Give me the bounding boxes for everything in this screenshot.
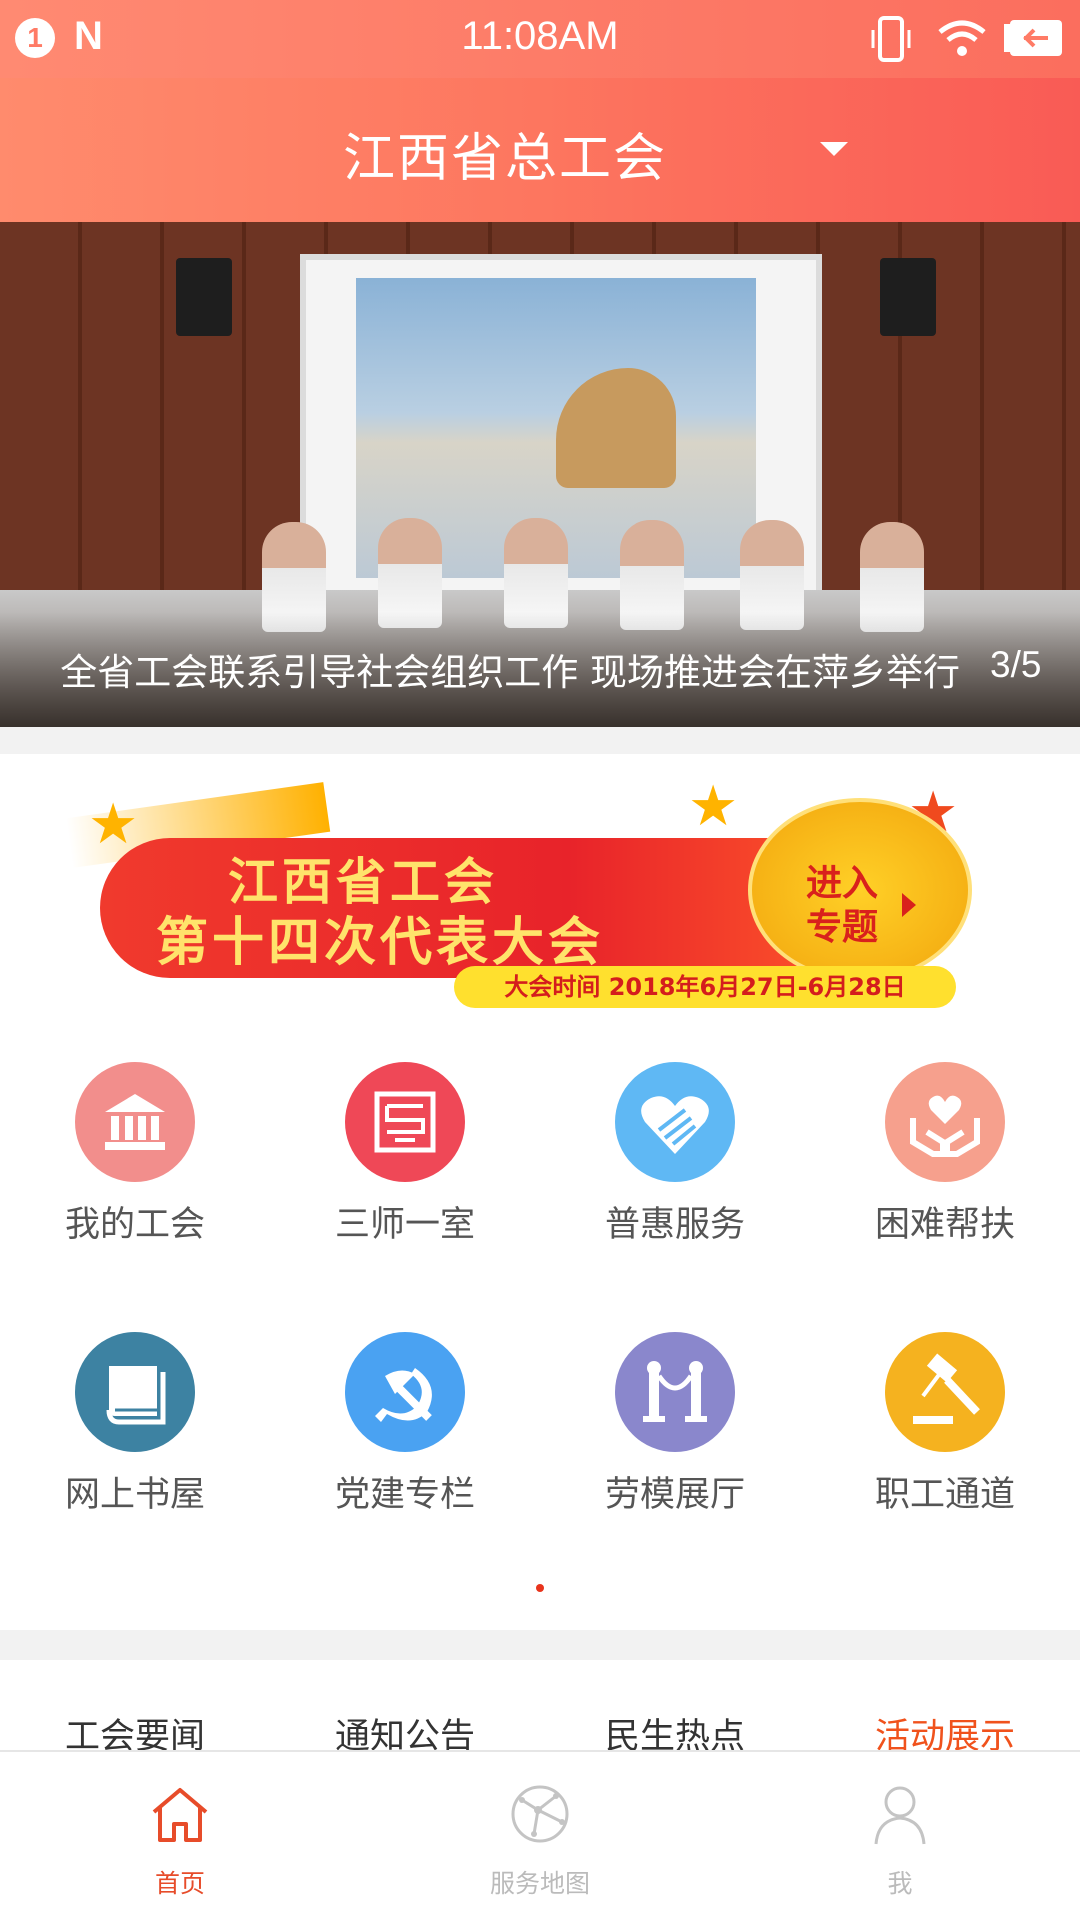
person-icon	[874, 1786, 926, 1845]
grid-item-hardship-aid[interactable]: 困难帮扶	[810, 1062, 1080, 1292]
grid-item-label: 党建专栏	[334, 1475, 475, 1515]
book-icon	[75, 1332, 195, 1452]
banner-caption[interactable]: 全省工会联系引导社会组织工作 现场推进会在萍乡举行	[0, 642, 960, 696]
grid-item-party-building[interactable]: 党建专栏	[270, 1332, 540, 1562]
hammer-sickle-icon	[345, 1332, 465, 1452]
promo-title-line2: 第十四次代表大会	[156, 912, 605, 973]
carousel-pager: 3/5	[990, 644, 1042, 685]
page-indicator-dot	[536, 1584, 544, 1592]
news-carousel[interactable]: 全省工会联系引导社会组织工作 现场推进会在萍乡举行 3/5	[0, 222, 1080, 727]
seal-icon	[345, 1062, 465, 1182]
wifi-icon	[938, 20, 986, 56]
nav-service-map[interactable]: 服务地图	[360, 1752, 720, 1922]
grid-item-label: 三师一室	[334, 1205, 475, 1245]
grid-item-label: 劳模展厅	[604, 1475, 745, 1515]
grid-item-worker-channel[interactable]: 职工通道	[810, 1332, 1080, 1562]
grid-item-label: 困难帮扶	[874, 1205, 1015, 1245]
battery-icon	[1004, 20, 1062, 56]
nav-me[interactable]: 我	[720, 1752, 1080, 1922]
grid-item-label: 网上书屋	[64, 1475, 205, 1515]
grid-item-online-library[interactable]: 网上书屋	[0, 1332, 270, 1562]
nav-label: 我	[887, 1869, 913, 1898]
app-header: 江西省总工会	[0, 78, 1080, 222]
globe-icon	[511, 1785, 569, 1843]
bottom-navigation: 首页 服务地图 我	[0, 1750, 1080, 1922]
grid-item-benefit-service[interactable]: 普惠服务	[540, 1062, 810, 1292]
status-time: 11:08AM	[461, 14, 619, 58]
status-bar: 1 N 11:08AM	[0, 0, 1080, 78]
caring-hands-icon	[885, 1062, 1005, 1182]
section-divider	[0, 1630, 1080, 1660]
star-icon: ★	[88, 792, 139, 857]
home-icon	[152, 1788, 208, 1842]
grid-item-label: 我的工会	[64, 1205, 205, 1245]
heart-hand-icon	[615, 1062, 735, 1182]
grid-item-my-union[interactable]: 我的工会	[0, 1062, 270, 1292]
grid-item-model-worker-hall[interactable]: 劳模展厅	[540, 1332, 810, 1562]
vibrate-icon	[871, 16, 911, 62]
header-title[interactable]: 江西省总工会	[0, 116, 1010, 191]
exhibit-icon	[615, 1332, 735, 1452]
grid-item-three-masters[interactable]: 三师一室	[270, 1062, 540, 1292]
nav-home[interactable]: 首页	[0, 1752, 360, 1922]
star-icon: ★	[688, 774, 739, 839]
nav-label: 服务地图	[489, 1869, 590, 1898]
grid-item-label: 普惠服务	[604, 1205, 745, 1245]
nav-label: 首页	[154, 1869, 205, 1898]
gavel-icon	[885, 1332, 1005, 1452]
congress-promo-banner[interactable]: ★ ★ ★ 江西省工会 第十四次代表大会 进入 专题 大会时间 2018年6月2…	[65, 774, 998, 1010]
speaker-left	[176, 258, 232, 336]
chevron-right-icon	[902, 893, 916, 917]
grid-item-label: 职工通道	[874, 1475, 1015, 1515]
bank-icon	[75, 1062, 195, 1182]
enter-topic-label: 进入 专题	[806, 863, 879, 948]
speaker-right	[880, 258, 936, 336]
chevron-down-icon[interactable]	[820, 142, 848, 156]
congress-date: 大会时间 2018年6月27日-6月28日	[454, 966, 956, 1008]
